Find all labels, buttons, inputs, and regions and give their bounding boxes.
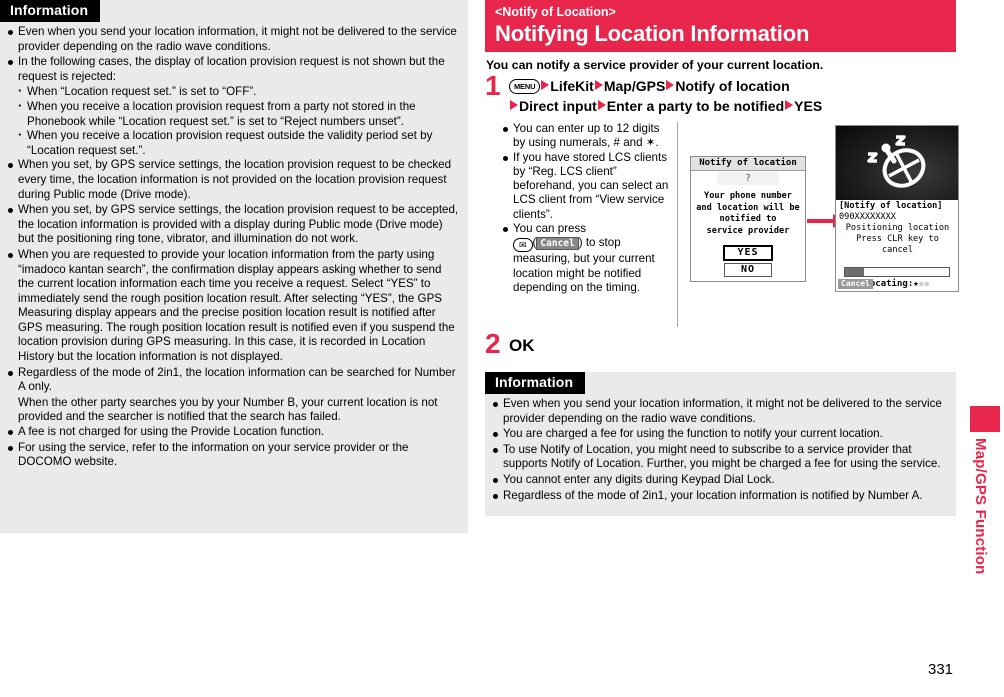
step-1-target-enter-party[interactable]: Enter a party to be notified <box>607 98 784 114</box>
list-item: When the other party searches you by you… <box>18 395 438 424</box>
arrow-right-icon <box>594 80 603 90</box>
screen1-message-line: service provider <box>706 225 790 236</box>
list-item: Even when you send your location informa… <box>7 25 460 54</box>
list-item: When you set, by GPS service settings, t… <box>7 158 460 202</box>
list-item: In the following cases, the display of l… <box>7 55 460 84</box>
screen2-header: [Notify of location] <box>839 201 943 211</box>
list-item: Even when you send your location informa… <box>492 397 948 426</box>
screen2-progress-fill <box>845 268 864 276</box>
note-item: You can enter up to 12 digits by using n… <box>503 122 671 151</box>
illustration-area: You can enter up to 12 digits by using n… <box>485 122 960 332</box>
screen1-message-line: notified to <box>719 214 777 224</box>
section-subtitle: <Notify of Location> <box>495 5 616 19</box>
arrow-right-icon <box>597 100 606 110</box>
left-column: Information Even when you send your loca… <box>0 0 468 537</box>
side-tab-label: Map/GPS Function <box>972 438 989 575</box>
intro-text: You can notify a service provider of you… <box>486 58 824 72</box>
step-1-target-lifekit[interactable]: LifeKit <box>550 78 594 94</box>
list-item: You are charged a fee for using the func… <box>492 427 948 442</box>
screen1-title: Notify of location <box>691 157 805 171</box>
page-title: Notifying Location Information <box>495 21 810 46</box>
left-information-box: Information Even when you send your loca… <box>0 0 468 533</box>
section-title-band: <Notify of Location> Notifying Location … <box>485 0 956 52</box>
step-1-line-2: Direct input Enter a party to be notified… <box>509 96 960 116</box>
arrow-shaft <box>807 219 835 223</box>
step-1-target-yes[interactable]: YES <box>794 98 822 114</box>
screen2-status-1: Positioning location <box>845 223 950 233</box>
cancel-softkey-chip[interactable]: Cancel <box>536 237 579 251</box>
mail-key-icon[interactable]: ✉ <box>513 238 533 253</box>
step-1-number: 1 <box>485 70 501 101</box>
list-item: Regardless of the mode of 2in1, the loca… <box>7 366 460 395</box>
satellite-dish-illustration <box>836 126 958 200</box>
notes-column: You can enter up to 12 digits by using n… <box>503 122 671 295</box>
screen1-no-button[interactable]: NO <box>724 263 772 277</box>
menu-key-icon[interactable]: MENU <box>509 79 541 94</box>
right-information-body: Even when you send your location informa… <box>485 394 956 511</box>
screen2-cancel-softkey[interactable]: Cancel <box>838 279 873 289</box>
screen2-signal-stars: ★☆☆ <box>913 279 930 289</box>
side-tab-color-swatch <box>970 406 1000 432</box>
step-1-target-mapgps[interactable]: Map/GPS <box>604 78 665 94</box>
page-number: 331 <box>928 661 954 678</box>
step-1-target-direct-input[interactable]: Direct input <box>519 98 597 114</box>
step-1: 1 MENU LifeKit Map/GPS Notify of location D… <box>485 72 960 116</box>
note-item: If you have stored LCS clients by “Reg. … <box>503 151 671 222</box>
list-item: When you are requested to provide your l… <box>7 248 460 365</box>
chapter-side-tab: Map/GPS Function <box>970 406 1000 684</box>
arrow-right-icon <box>785 100 794 110</box>
note-press-prefix: You can press <box>513 222 587 236</box>
screen1-yes-button[interactable]: YES <box>723 245 773 261</box>
right-column: <Notify of Location> Notifying Location … <box>485 0 960 516</box>
note-item: You can press ✉(Cancel) to stop measurin… <box>503 222 671 295</box>
arrow-right-icon <box>510 100 518 110</box>
sub-list-item: When you receive a location provision re… <box>18 128 460 158</box>
vertical-divider <box>677 122 678 327</box>
screen1-message-line: and location will be <box>696 202 800 213</box>
step-2: 2 OK <box>485 330 960 358</box>
screen2-status-2: Press CLR key to cancel <box>856 234 939 255</box>
phone-screen-confirm: Notify of location ? Your phone number a… <box>690 156 806 282</box>
list-item: You cannot enter any digits during Keypa… <box>492 473 948 488</box>
right-information-box: Information Even when you send your loca… <box>485 372 956 516</box>
screen1-message-line: Your phone number <box>704 191 792 201</box>
screen2-text-area: [Notify of location] 090XXXXXXXX Positio… <box>836 200 958 256</box>
step-1-target-notify[interactable]: Notify of location <box>675 78 789 94</box>
right-information-header: Information <box>485 372 586 394</box>
step-1-line-1: MENU LifeKit Map/GPS Notify of location <box>509 76 960 96</box>
list-item: To use Notify of Location, you might nee… <box>492 443 948 472</box>
list-item: A fee is not charged for using the Provi… <box>7 425 460 440</box>
arrow-right-icon <box>541 80 550 90</box>
phone-screen-positioning: [Notify of location] 090XXXXXXXX Positio… <box>835 125 959 292</box>
arrow-right-icon <box>666 80 675 90</box>
list-item: When you set, by GPS service settings, t… <box>7 203 460 247</box>
list-item: Regardless of the mode of 2in1, your loc… <box>492 489 948 504</box>
screen1-message: Your phone number and location will be n… <box>691 191 805 237</box>
satellite-dish-icon <box>867 135 926 188</box>
screen2-phone-number: 090XXXXXXXX <box>839 212 896 222</box>
step-2-label[interactable]: OK <box>509 334 960 358</box>
screen2-progress-bar <box>844 267 950 277</box>
sub-list-item: When you receive a location provision re… <box>18 99 460 129</box>
sub-list-item: When “Location request set.” is set to “… <box>18 84 460 100</box>
step-2-number: 2 <box>485 328 501 359</box>
left-information-body: Even when you send your location informa… <box>0 22 468 478</box>
list-item: For using the service, refer to the info… <box>7 441 460 470</box>
left-information-header: Information <box>0 0 101 22</box>
screen1-question-icon: ? <box>717 172 779 185</box>
